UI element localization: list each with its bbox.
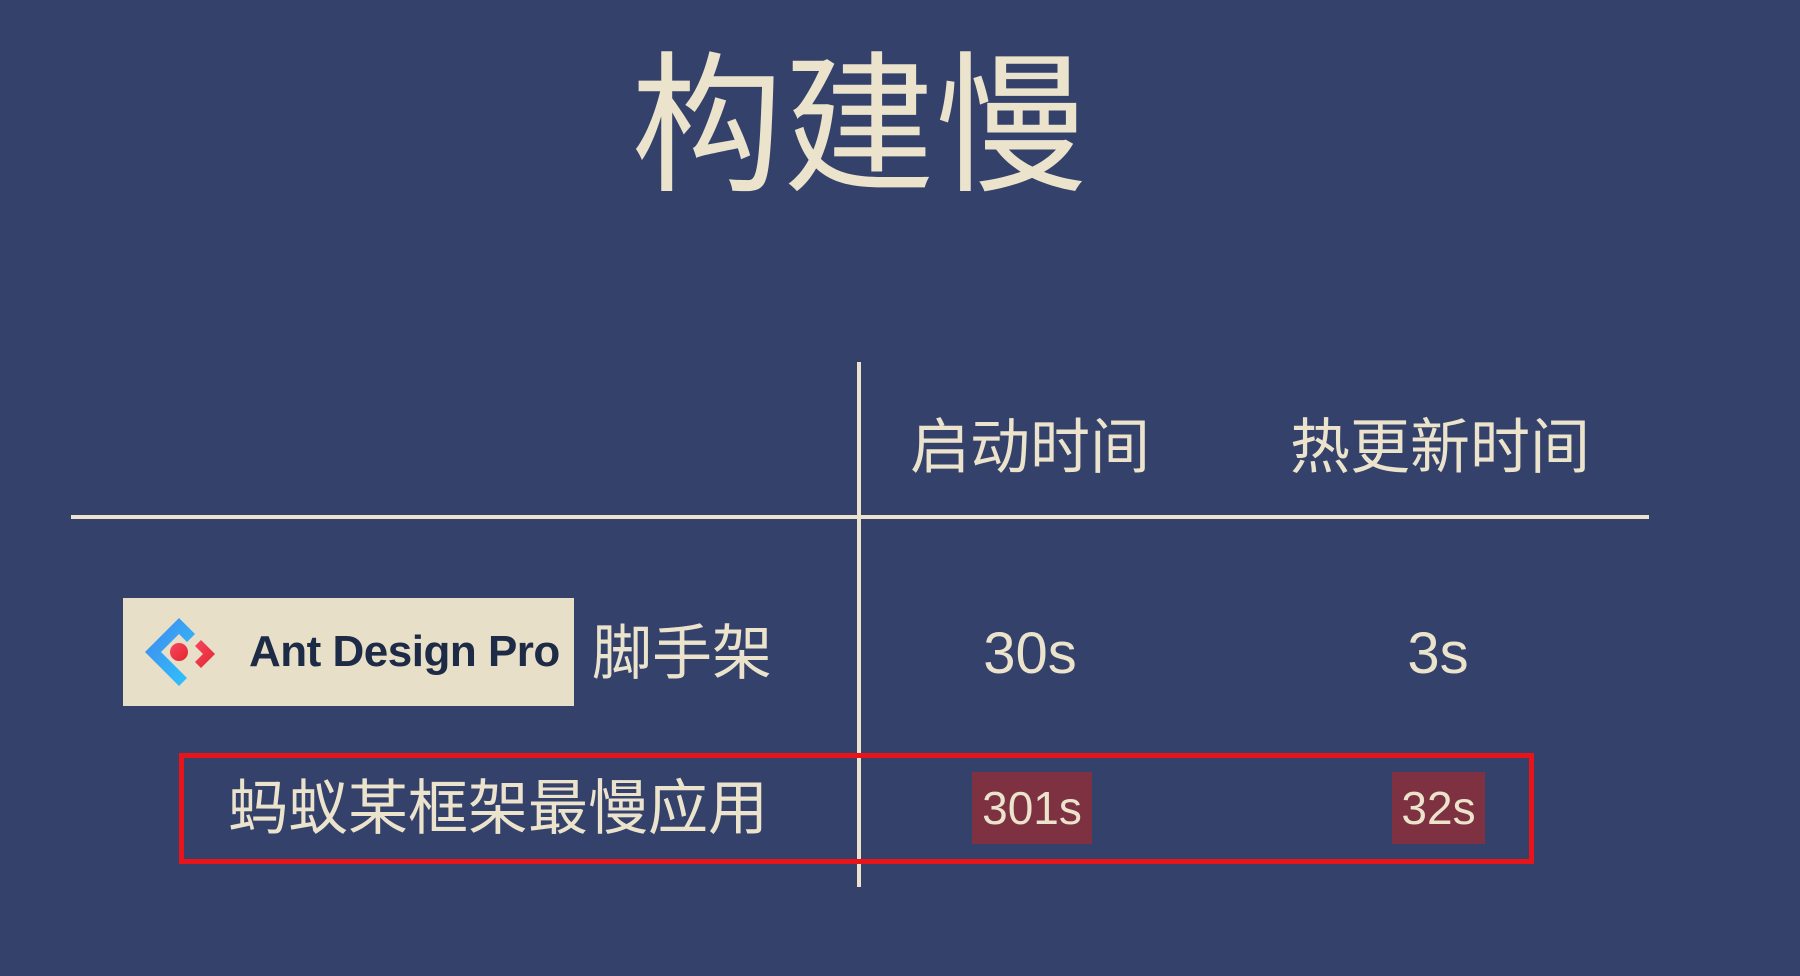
- hot-update-time-value: 3s: [1407, 621, 1469, 686]
- row-label-slowest-app: 蚂蚁某框架最慢应用: [228, 774, 768, 844]
- ant-design-logo-icon: [145, 618, 215, 686]
- startup-time-value-highlighted: 301s: [972, 772, 1092, 844]
- table-horizontal-divider: [71, 515, 1649, 519]
- ant-design-pro-logo: Ant Design Pro: [123, 598, 574, 706]
- column-header-hot-update: 热更新时间: [1290, 413, 1590, 483]
- page-title: 构建慢: [631, 38, 1087, 215]
- startup-time-value: 30s: [983, 621, 1077, 686]
- column-header-startup: 启动时间: [910, 413, 1150, 483]
- hot-update-time-value-highlighted: 32s: [1392, 772, 1485, 844]
- row-label-scaffold: 脚手架: [592, 619, 772, 689]
- logo-text: Ant Design Pro: [249, 627, 560, 676]
